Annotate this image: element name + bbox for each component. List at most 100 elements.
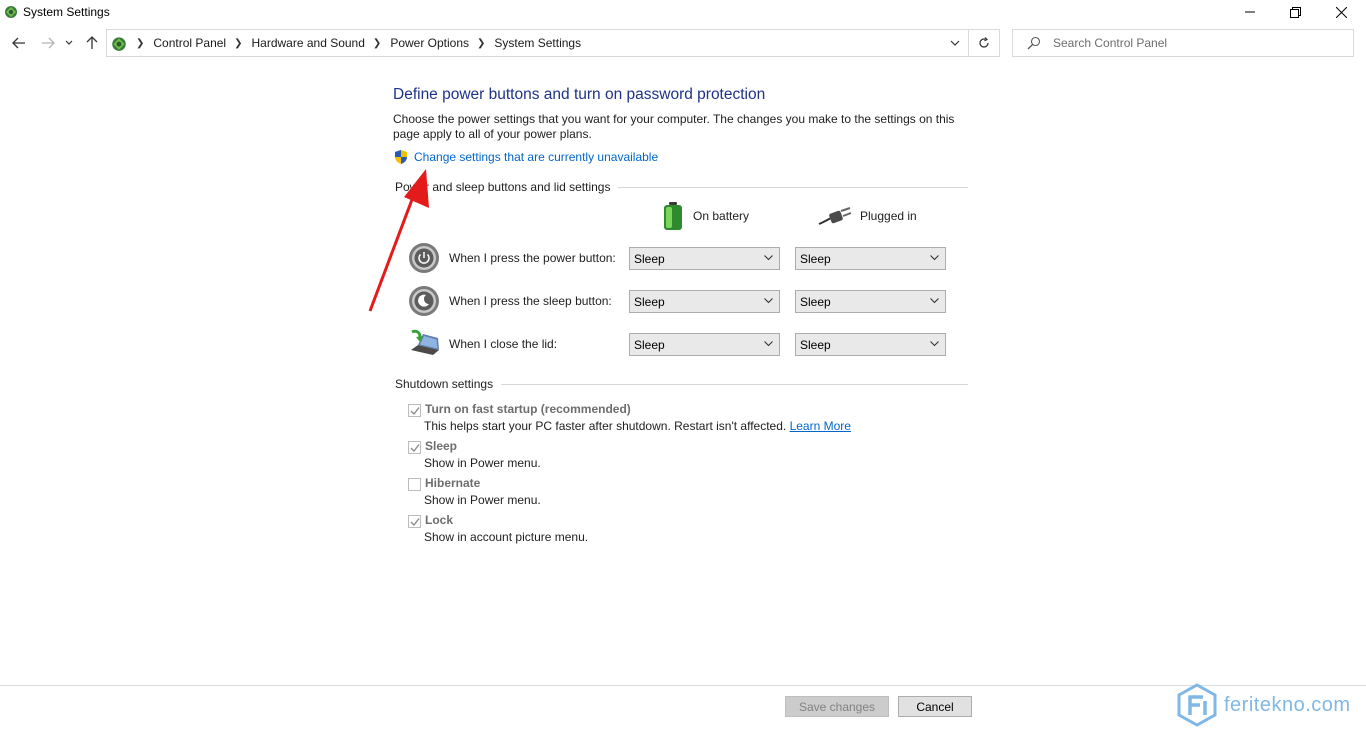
sleep-label: Sleep (425, 439, 458, 453)
breadcrumb-power-options[interactable]: Power Options (390, 36, 469, 50)
learn-more-link[interactable]: Learn More (790, 419, 851, 433)
search-input[interactable] (1053, 36, 1343, 50)
power-button-battery-select[interactable]: Sleep (629, 247, 780, 270)
lock-checkbox[interactable] (408, 515, 421, 528)
power-button-row: When I press the power button: Sleep Sle… (408, 242, 948, 276)
arrow-left-icon (12, 37, 25, 49)
description-text: This helps start your PC faster after sh… (424, 419, 787, 433)
refresh-icon (979, 37, 989, 48)
save-changes-button[interactable]: Save changes (785, 696, 889, 717)
chevron-right-icon: ❯ (372, 37, 382, 49)
fast-startup-label: Turn on fast startup (recommended) (425, 402, 631, 416)
chevron-down-icon (930, 341, 939, 347)
select-value: Sleep (800, 338, 831, 352)
battery-icon (664, 202, 682, 230)
refresh-button[interactable] (968, 29, 1000, 57)
lock-description: Show in account picture menu. (424, 530, 589, 544)
sleep-button-label: When I press the sleep button: (449, 294, 612, 308)
footer-divider (0, 685, 1366, 686)
up-button[interactable] (82, 33, 102, 53)
checkmark-icon (410, 444, 420, 453)
select-value: Sleep (634, 338, 665, 352)
watermark: feritekno.com (1176, 683, 1351, 727)
fast-startup-description: This helps start your PC faster after sh… (424, 419, 851, 433)
fast-startup-checkbox[interactable] (408, 404, 421, 417)
power-button-label: When I press the power button: (449, 251, 616, 265)
navigation-bar: ❯ Control Panel ❯ Hardware and Sound ❯ P… (0, 28, 1366, 58)
select-value: Sleep (800, 295, 831, 309)
sleep-description: Show in Power menu. (424, 456, 541, 470)
cancel-button[interactable]: Cancel (898, 696, 972, 717)
power-button-plugged-select[interactable]: Sleep (795, 247, 946, 270)
lock-label: Lock (425, 513, 454, 527)
sleep-button-battery-select[interactable]: Sleep (629, 290, 780, 313)
chevron-down-icon (764, 298, 773, 304)
breadcrumb-control-panel[interactable]: Control Panel (153, 36, 226, 50)
arrow-up-icon (86, 36, 98, 49)
title-bar: System Settings (0, 0, 1366, 26)
divider (618, 186, 968, 188)
close-lid-battery-select[interactable]: Sleep (629, 333, 780, 356)
sleep-button-plugged-select[interactable]: Sleep (795, 290, 946, 313)
hibernate-label: Hibernate (425, 476, 481, 490)
minimize-icon (1245, 11, 1255, 13)
plugged-in-label: Plugged in (860, 209, 917, 223)
control-panel-icon (5, 6, 17, 18)
on-battery-label: On battery (693, 209, 750, 223)
close-lid-plugged-select[interactable]: Sleep (795, 333, 946, 356)
select-value: Sleep (634, 252, 665, 266)
breadcrumb-system-settings[interactable]: System Settings (494, 36, 581, 50)
chevron-right-icon: ❯ (136, 37, 145, 49)
search-box[interactable] (1012, 29, 1354, 57)
breadcrumb-hardware-and-sound[interactable]: Hardware and Sound (252, 36, 365, 50)
chevron-down-icon (950, 40, 960, 46)
hibernate-checkbox[interactable] (408, 478, 421, 491)
watermark-text: feritekno.com (1224, 693, 1351, 716)
chevron-down-icon (930, 298, 939, 304)
sleep-button-row: When I press the sleep button: Sleep Sle… (408, 285, 948, 319)
feritekno-logo-icon (1177, 683, 1217, 727)
restore-button[interactable] (1272, 0, 1318, 24)
page-title: Define power buttons and turn on passwor… (393, 86, 766, 103)
search-icon (1027, 36, 1041, 50)
chevron-down-icon (65, 40, 73, 45)
on-battery-header: On battery (661, 201, 749, 231)
page-description: Choose the power settings that you want … (393, 112, 955, 141)
address-history-button[interactable] (942, 30, 968, 56)
chevron-down-icon (764, 341, 773, 347)
power-buttons-section-header: Power and sleep buttons and lid settings (395, 180, 968, 194)
chevron-right-icon: ❯ (234, 37, 243, 49)
power-plug-icon (818, 207, 852, 225)
back-button[interactable] (9, 33, 29, 53)
close-icon (1335, 6, 1347, 18)
minimize-button[interactable] (1227, 0, 1273, 24)
checkmark-icon (410, 407, 420, 416)
close-lid-label: When I close the lid: (449, 337, 558, 351)
control-panel-icon (112, 37, 126, 51)
select-value: Sleep (634, 295, 665, 309)
plugged-in-header: Plugged in (818, 206, 917, 226)
change-settings-link[interactable]: Change settings that are currently unava… (393, 149, 658, 165)
window-title: System Settings (23, 5, 110, 19)
restore-icon (1289, 6, 1301, 18)
chevron-down-icon (930, 255, 939, 261)
sleep-checkbox[interactable] (408, 441, 421, 454)
red-arrow-annotation (368, 169, 429, 312)
arrow-right-icon (42, 37, 55, 49)
select-value: Sleep (800, 252, 831, 266)
checkmark-icon (410, 518, 420, 527)
forward-button[interactable] (38, 33, 58, 53)
close-button[interactable] (1318, 0, 1364, 24)
chevron-right-icon: ❯ (477, 37, 486, 49)
change-settings-link-text[interactable]: Change settings that are currently unava… (414, 150, 658, 164)
close-lid-row: When I close the lid: Sleep Sleep (408, 328, 948, 362)
address-bar[interactable]: ❯ Control Panel ❯ Hardware and Sound ❯ P… (106, 29, 969, 57)
laptop-lid-icon (411, 329, 439, 355)
main-content: Define power buttons and turn on passwor… (393, 86, 973, 164)
recent-locations-button[interactable] (62, 33, 76, 53)
hibernate-description: Show in Power menu. (424, 493, 541, 507)
section-label: Shutdown settings (395, 377, 494, 391)
shutdown-section-header: Shutdown settings (395, 377, 968, 391)
divider (501, 383, 968, 385)
uac-shield-icon (395, 150, 407, 164)
